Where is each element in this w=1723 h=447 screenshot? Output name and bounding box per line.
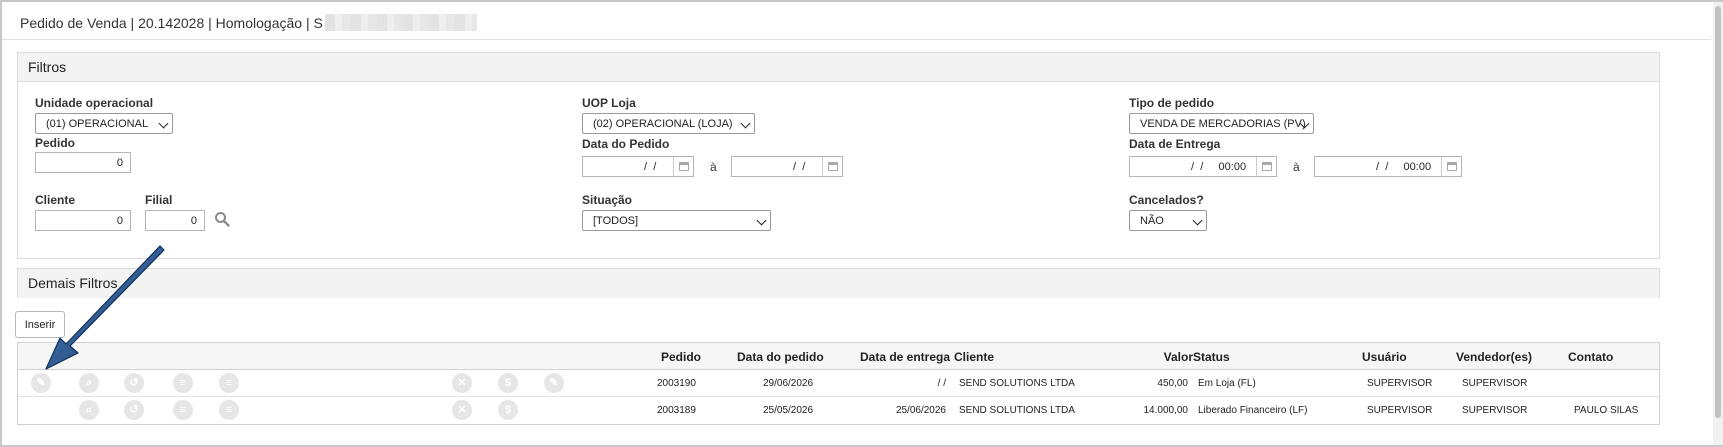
results-table: Pedido Data do pedido Data de entrega Cl…	[17, 342, 1660, 425]
tipo-pedido-value: VENDA DE MERCADORIAS (PV)	[1140, 118, 1306, 130]
chevron-down-icon	[1192, 215, 1203, 226]
dollar-icon[interactable]: $	[498, 400, 518, 420]
more-filters-panel[interactable]: Demais Filtros	[17, 268, 1660, 298]
pedido-label: Pedido	[35, 136, 76, 150]
cell-data-entrega: / /	[937, 378, 946, 389]
table-header: Pedido Data do pedido Data de entrega Cl…	[18, 343, 1659, 370]
search-icon[interactable]	[214, 211, 230, 227]
uop-loja-select[interactable]: (02) OPERACIONAL (LOJA)	[582, 113, 755, 134]
cancel-icon[interactable]: ✕	[452, 373, 472, 393]
cell-data-pedido: 25/05/2026	[763, 405, 814, 416]
cell-pedido: 2003190	[657, 378, 696, 389]
col-contato[interactable]: Contato	[1568, 350, 1613, 364]
cliente-input[interactable]: 0	[35, 210, 131, 231]
cell-valor: 450,00	[1157, 378, 1188, 389]
cancelados-select[interactable]: NÃO	[1129, 210, 1207, 231]
calendar-icon[interactable]	[1441, 157, 1461, 176]
uop-loja-label: UOP Loja	[582, 96, 636, 110]
pencil-icon[interactable]: ✎	[31, 373, 51, 393]
calendar-icon[interactable]	[822, 157, 842, 176]
more-filters-title: Demais Filtros	[18, 269, 1659, 298]
col-valor[interactable]: Valor	[1164, 350, 1193, 364]
cancelados-value: NÃO	[1140, 215, 1164, 227]
table-row[interactable]: ⌕ ↺ ≡ ≡ ✕ $ 2003189 25/05/2026 25/06/202…	[18, 397, 1659, 424]
cell-valor: 14.000,00	[1143, 405, 1189, 416]
list-icon[interactable]: ≡	[173, 400, 193, 420]
cell-status: Em Loja (FL)	[1198, 378, 1256, 389]
cell-contato: PAULO SILAS	[1574, 405, 1639, 416]
cell-data-pedido: 29/06/2026	[763, 378, 814, 389]
date-separator: à	[1293, 160, 1300, 174]
history-icon[interactable]: ↺	[124, 400, 144, 420]
history-icon[interactable]: ↺	[124, 373, 144, 393]
cell-cliente: SEND SOLUTIONS LTDA	[959, 378, 1075, 389]
data-pedido-from-input[interactable]: / /	[582, 156, 694, 177]
data-entrega-from-input[interactable]: / / 00:00	[1129, 156, 1277, 177]
col-vendedores[interactable]: Vendedor(es)	[1456, 350, 1532, 364]
filters-panel-title: Filtros	[18, 53, 1659, 82]
scrollbar-thumb[interactable]	[1715, 6, 1721, 418]
redacted-text	[325, 14, 477, 31]
cell-pedido: 2003189	[657, 405, 696, 416]
unidade-operacional-select[interactable]: (01) OPERACIONAL	[35, 113, 173, 134]
cell-vendedores: SUPERVISOR	[1462, 405, 1528, 416]
date-separator: à	[710, 160, 717, 174]
col-pedido[interactable]: Pedido	[661, 350, 701, 364]
chevron-down-icon	[756, 215, 767, 226]
cell-status: Liberado Financeiro (LF)	[1198, 405, 1308, 416]
data-pedido-to-value: / /	[790, 161, 809, 173]
cell-cliente: SEND SOLUTIONS LTDA	[959, 405, 1075, 416]
search-icon[interactable]: ⌕	[79, 373, 99, 393]
cancelados-label: Cancelados?	[1129, 193, 1204, 207]
pedido-input[interactable]: 0	[35, 152, 131, 173]
edit-icon[interactable]: ✎	[544, 373, 564, 393]
cell-vendedores: SUPERVISOR	[1462, 378, 1528, 389]
col-cliente[interactable]: Cliente	[954, 350, 994, 364]
tipo-pedido-label: Tipo de pedido	[1129, 96, 1215, 110]
menu-icon[interactable]: ≡	[219, 400, 239, 420]
insert-button[interactable]: Inserir	[15, 311, 65, 338]
filial-label: Filial	[145, 193, 173, 207]
data-entrega-label: Data de Entrega	[1129, 137, 1221, 151]
situacao-value: [TODOS]	[593, 215, 639, 227]
cliente-label: Cliente	[35, 193, 76, 207]
list-icon[interactable]: ≡	[173, 373, 193, 393]
unidade-operacional-value: (01) OPERACIONAL	[46, 118, 149, 130]
cell-data-entrega: 25/06/2026	[895, 405, 946, 416]
col-data-pedido[interactable]: Data do pedido	[737, 350, 824, 364]
chevron-down-icon	[740, 118, 751, 129]
menu-icon[interactable]: ≡	[219, 373, 239, 393]
table-row[interactable]: ✎ ⌕ ↺ ≡ ≡ ✕ $ ✎ 2003190 29/06/2026 / / S…	[18, 370, 1659, 397]
cell-usuario: SUPERVISOR	[1367, 378, 1433, 389]
situacao-select[interactable]: [TODOS]	[582, 210, 771, 231]
data-entrega-from-value: / / 00:00	[1188, 161, 1247, 173]
dollar-icon[interactable]: $	[498, 373, 518, 393]
page-title: Pedido de Venda | 20.142028 | Homologaçã…	[20, 15, 323, 31]
filial-input[interactable]: 0	[145, 210, 205, 231]
cancel-icon[interactable]: ✕	[452, 400, 472, 420]
cell-usuario: SUPERVISOR	[1367, 405, 1433, 416]
page-header: Pedido de Venda | 20.142028 | Homologaçã…	[2, 2, 1711, 40]
col-status[interactable]: Status	[1193, 350, 1230, 364]
chevron-down-icon	[158, 118, 169, 129]
data-entrega-to-input[interactable]: / / 00:00	[1314, 156, 1462, 177]
col-data-entrega[interactable]: Data de entrega	[860, 350, 950, 364]
data-entrega-to-value: / / 00:00	[1373, 161, 1432, 173]
unidade-operacional-label: Unidade operacional	[35, 96, 154, 110]
uop-loja-value: (02) OPERACIONAL (LOJA)	[593, 118, 733, 130]
calendar-icon[interactable]	[1256, 157, 1276, 176]
vertical-scrollbar[interactable]	[1713, 2, 1723, 445]
data-pedido-to-input[interactable]: / /	[731, 156, 843, 177]
data-pedido-label: Data do Pedido	[582, 137, 670, 151]
search-icon[interactable]: ⌕	[79, 400, 99, 420]
data-pedido-from-value: / /	[641, 161, 660, 173]
tipo-pedido-select[interactable]: VENDA DE MERCADORIAS (PV)	[1129, 113, 1314, 134]
col-usuario[interactable]: Usuário	[1362, 350, 1407, 364]
calendar-icon[interactable]	[673, 157, 693, 176]
situacao-label: Situação	[582, 193, 633, 207]
